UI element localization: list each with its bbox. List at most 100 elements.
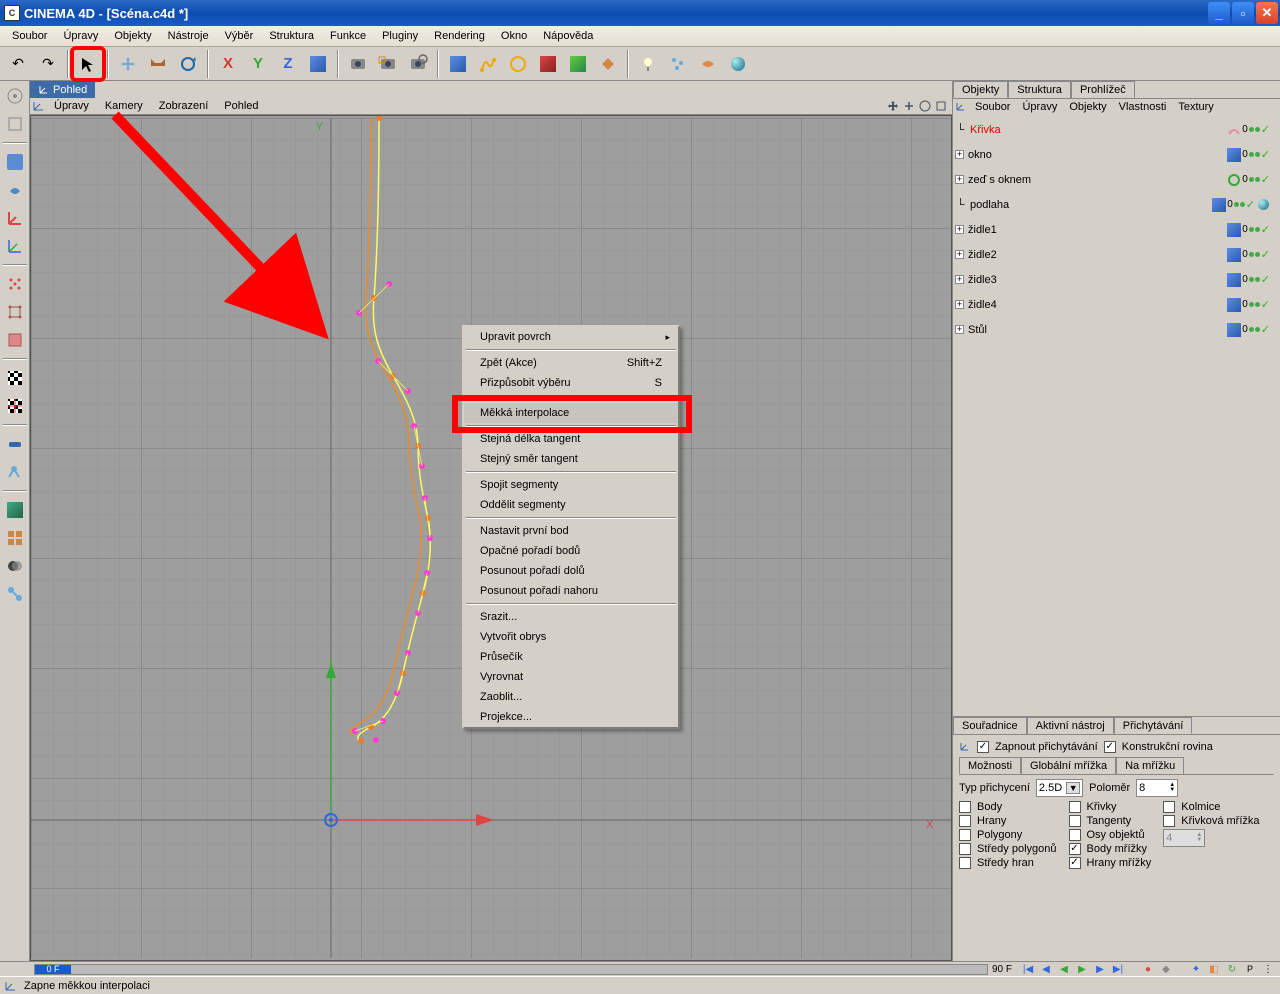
nav-rotate-icon[interactable] <box>918 99 932 113</box>
snap-opt-checkbox[interactable] <box>1069 801 1081 813</box>
menu-okno[interactable]: Okno <box>493 28 535 44</box>
object-tree[interactable]: └Křivka0✓+okno0✓+zeď s oknem0✓└podlaha0✓… <box>953 115 1280 716</box>
snap-opt-checkbox[interactable] <box>959 857 971 869</box>
make-editable-icon[interactable] <box>2 497 28 523</box>
x-axis-button[interactable]: X <box>214 50 242 78</box>
close-button[interactable]: ✕ <box>1256 2 1278 24</box>
maximize-button[interactable]: ▫ <box>1232 2 1254 24</box>
camera-button[interactable] <box>724 50 752 78</box>
context-menu-item[interactable]: Opačné pořadí bodů <box>464 541 678 561</box>
object-row[interactable]: └podlaha0✓ <box>955 192 1278 217</box>
snap-opt-checkbox[interactable] <box>959 843 971 855</box>
construction-plane-checkbox[interactable] <box>1104 741 1116 753</box>
snap-opt-checkbox[interactable] <box>959 829 971 841</box>
tab-prichytavani[interactable]: Přichytávání <box>1114 717 1193 734</box>
time-track[interactable]: 0 F <box>34 964 988 975</box>
time-current[interactable]: 0 F <box>35 965 71 974</box>
snap-opt-checkbox[interactable] <box>1069 843 1081 855</box>
context-menu-item[interactable]: Zaoblit... <box>464 687 678 707</box>
modeling-button[interactable] <box>534 50 562 78</box>
context-menu-item[interactable]: Průsečík <box>464 647 678 667</box>
array-icon[interactable] <box>2 525 28 551</box>
object-axis-icon[interactable] <box>2 177 28 203</box>
menu-pluginy[interactable]: Pluginy <box>374 28 426 44</box>
key-opts-icon[interactable]: ⋮ <box>1260 962 1276 976</box>
render-settings-button[interactable] <box>404 50 432 78</box>
timeline-play-button[interactable]: ▶ <box>1074 962 1090 976</box>
snap-opt-checkbox[interactable] <box>959 815 971 827</box>
vmenu-upravy[interactable]: Úpravy <box>46 99 97 113</box>
timeline-start-button[interactable]: |◀ <box>1020 962 1036 976</box>
object-row[interactable]: +židle20✓ <box>955 242 1278 267</box>
key-scale-button[interactable]: ◧ <box>1206 962 1222 976</box>
object-row[interactable]: +zeď s oknem0✓ <box>955 167 1278 192</box>
record-button[interactable]: ● <box>1140 962 1156 976</box>
vmenu-kamery[interactable]: Kamery <box>97 99 151 113</box>
timeline-play-back-button[interactable]: ◀ <box>1056 962 1072 976</box>
snap-opt-checkbox[interactable] <box>1069 829 1081 841</box>
key-rot-button[interactable]: ↻ <box>1224 962 1240 976</box>
tab-moznosti[interactable]: Možnosti <box>959 757 1021 774</box>
context-menu-item[interactable]: Měkká interpolace <box>464 403 678 423</box>
context-menu-item[interactable]: Posunout pořadí dolů <box>464 561 678 581</box>
context-menu-item[interactable]: Stejný směr tangent <box>464 449 678 469</box>
nav-pan-icon[interactable] <box>886 99 900 113</box>
edges-icon[interactable] <box>2 299 28 325</box>
menu-struktura[interactable]: Struktura <box>261 28 322 44</box>
omenu-soubor[interactable]: Soubor <box>969 100 1016 114</box>
minimize-button[interactable]: _ <box>1208 2 1230 24</box>
menu-vyber[interactable]: Výběr <box>217 28 262 44</box>
context-menu-item[interactable]: Posunout pořadí nahoru <box>464 581 678 601</box>
context-menu-item[interactable]: Projekce... <box>464 707 678 727</box>
menu-rendering[interactable]: Rendering <box>426 28 493 44</box>
select-tool[interactable] <box>74 50 102 78</box>
context-menu-item[interactable]: Vytvořit obrys <box>464 627 678 647</box>
points-icon[interactable] <box>2 271 28 297</box>
context-menu-item[interactable]: Srazit... <box>464 607 678 627</box>
context-menu-item[interactable]: Oddělit segmenty <box>464 495 678 515</box>
context-menu-item[interactable]: Zpět (Akce)Shift+Z <box>464 353 678 373</box>
z-axis-button[interactable]: Z <box>274 50 302 78</box>
light-button[interactable] <box>634 50 662 78</box>
object-row[interactable]: +židle30✓ <box>955 267 1278 292</box>
omenu-objekty[interactable]: Objekty <box>1063 100 1112 114</box>
particle-button[interactable] <box>664 50 692 78</box>
animation-icon[interactable] <box>2 459 28 485</box>
tab-na-mrizku[interactable]: Na mřížku <box>1116 757 1184 774</box>
object-row[interactable]: +Stůl0✓ <box>955 317 1278 342</box>
menu-funkce[interactable]: Funkce <box>322 28 374 44</box>
context-menu-item[interactable]: Přizpůsobit výběruS <box>464 373 678 393</box>
context-menu-item[interactable]: Upravit povrch <box>464 327 678 347</box>
texture-axis-icon[interactable] <box>2 393 28 419</box>
nav-max-icon[interactable] <box>934 99 948 113</box>
snap-radius-field[interactable]: 8▲▼ <box>1136 779 1178 797</box>
scene-button[interactable] <box>594 50 622 78</box>
render-region-button[interactable] <box>374 50 402 78</box>
axis-mode-icon[interactable] <box>2 205 28 231</box>
snap-icon[interactable] <box>2 83 28 109</box>
texture-icon[interactable] <box>2 365 28 391</box>
rotate-tool[interactable] <box>174 50 202 78</box>
menu-nastroje[interactable]: Nástroje <box>160 28 217 44</box>
object-row[interactable]: +židle40✓ <box>955 292 1278 317</box>
tab-objekty[interactable]: Objekty <box>953 81 1008 98</box>
timeline-next-button[interactable]: ▶ <box>1092 962 1108 976</box>
vmenu-pohled[interactable]: Pohled <box>216 99 266 113</box>
key-pos-button[interactable]: ✦ <box>1188 962 1204 976</box>
polys-icon[interactable] <box>2 327 28 353</box>
menu-objekty[interactable]: Objekty <box>106 28 159 44</box>
tab-struktura[interactable]: Struktura <box>1008 81 1071 98</box>
model-mode-icon[interactable] <box>2 149 28 175</box>
vmenu-zobrazeni[interactable]: Zobrazení <box>151 99 217 113</box>
deformer-button[interactable] <box>564 50 592 78</box>
omenu-textury[interactable]: Textury <box>1172 100 1219 114</box>
coord-system-button[interactable] <box>304 50 332 78</box>
snap-opt-checkbox[interactable] <box>1163 815 1175 827</box>
spline-button[interactable] <box>474 50 502 78</box>
object-row[interactable]: +židle10✓ <box>955 217 1278 242</box>
context-menu-item[interactable]: Spojit segmenty <box>464 475 678 495</box>
key-pla-icon[interactable]: P <box>1242 962 1258 976</box>
tab-prohlizec[interactable]: Prohlížeč <box>1071 81 1135 98</box>
snap-opt-checkbox[interactable] <box>1069 815 1081 827</box>
tab-aktivni-nastroj[interactable]: Aktivní nástroj <box>1027 717 1114 734</box>
